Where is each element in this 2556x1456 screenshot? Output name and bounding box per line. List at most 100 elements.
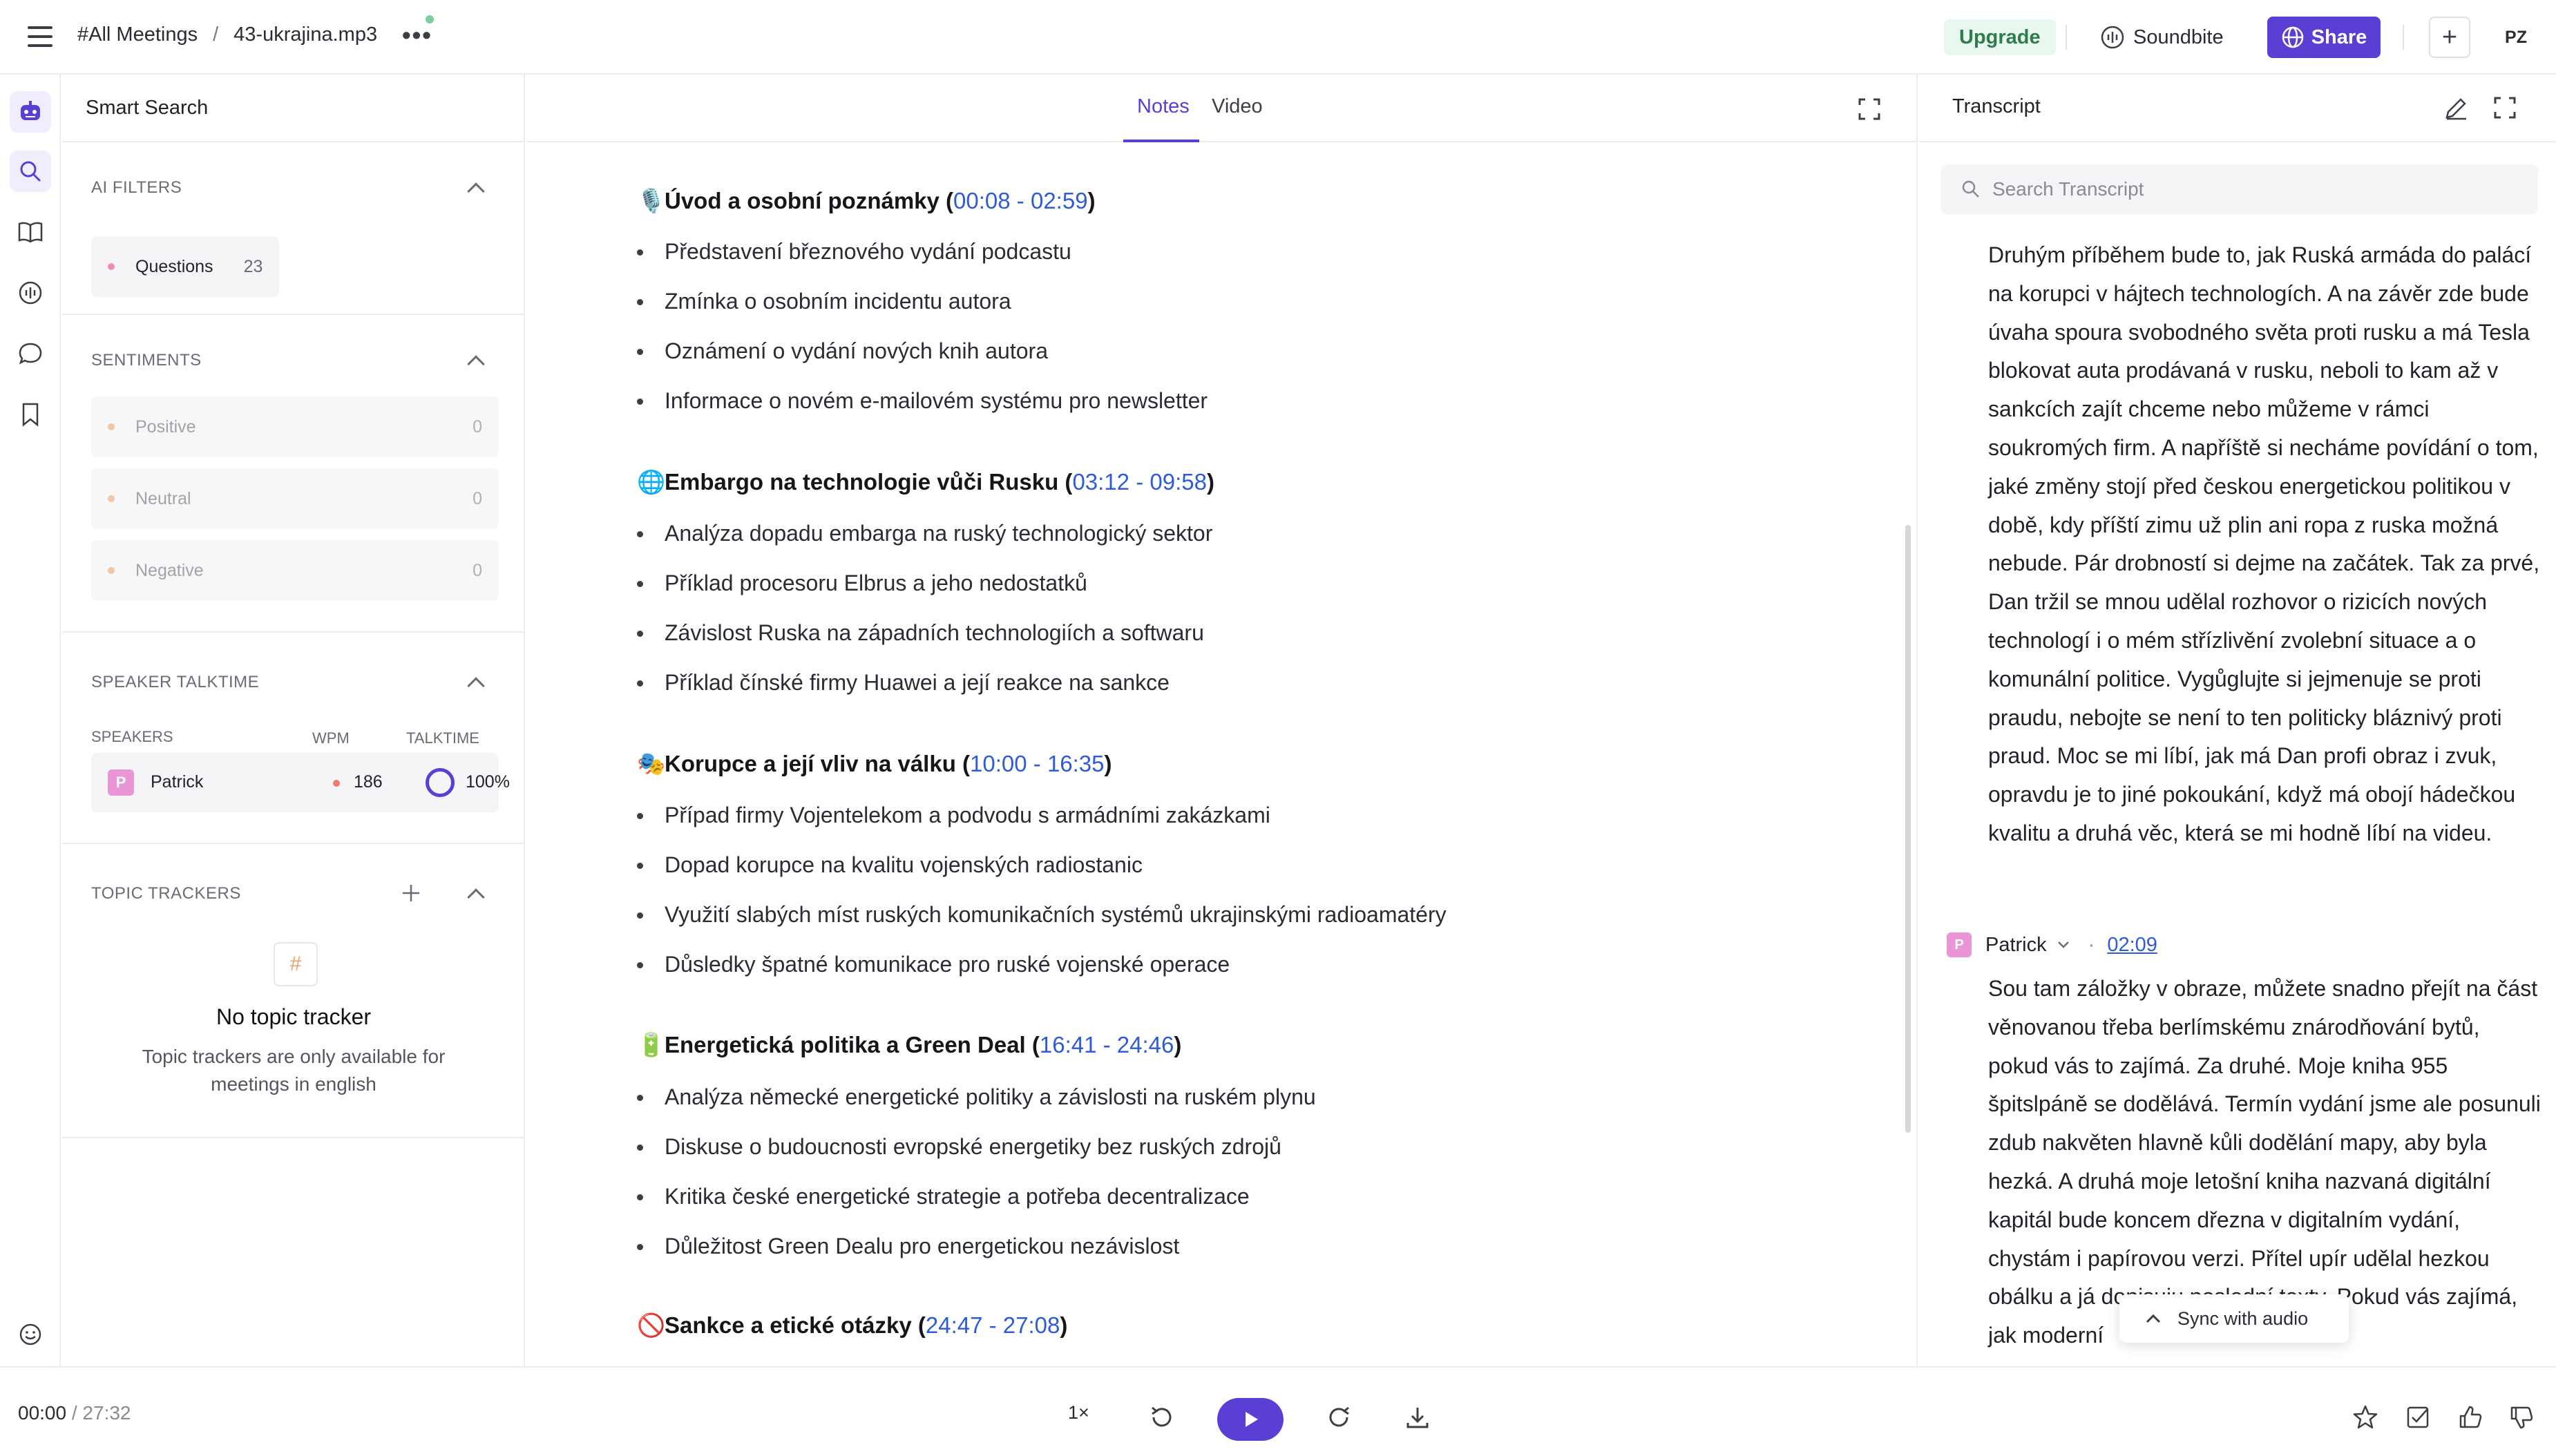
note-bullet: Důležitost Green Dealu pro energetickou …: [636, 1234, 1179, 1259]
rewind-icon[interactable]: [1147, 1404, 1174, 1431]
edit-icon[interactable]: [2443, 95, 2469, 122]
playback-speed-button[interactable]: 1×: [1068, 1402, 1089, 1424]
chevron-up-icon[interactable]: [467, 677, 485, 695]
soundbite-label: Soundbite: [2133, 26, 2224, 48]
chevron-down-icon[interactable]: [2057, 940, 2070, 950]
chevron-up-icon[interactable]: [467, 355, 485, 373]
top-bar: #All Meetings / 43-ukrajina.mp3 ••• Upgr…: [0, 0, 2556, 75]
breadcrumb-all-meetings[interactable]: #All Meetings: [77, 23, 198, 46]
speaker-row[interactable]: P Patrick 186 100%: [91, 753, 510, 812]
section-emoji: 🎭: [637, 751, 666, 776]
star-icon[interactable]: [2352, 1404, 2379, 1431]
transcript-paragraph: Druhým příběhem bude to, jak Ruská armád…: [1988, 242, 2540, 845]
speaker-wpm: 186: [354, 772, 383, 792]
note-section-heading: 🌐Embargo na technologie vůči Rusku (03:1…: [637, 469, 1214, 496]
share-button[interactable]: Share: [2267, 17, 2381, 58]
breadcrumb-separator: /: [213, 23, 219, 46]
duration: 27:32: [82, 1402, 131, 1424]
thumbs-up-icon[interactable]: [2457, 1404, 2484, 1431]
smart-search-panel: Smart Search AI FILTERS Questions 23 SEN…: [62, 75, 525, 1366]
book-icon[interactable]: [10, 211, 51, 253]
transcript-title: Transcript: [1952, 95, 2041, 117]
fullscreen-icon[interactable]: [2492, 95, 2517, 120]
add-tracker-icon[interactable]: [401, 883, 421, 903]
section-end-time[interactable]: 02:59: [1031, 188, 1088, 213]
section-end-time[interactable]: 16:35: [1047, 751, 1105, 776]
transcript-speaker[interactable]: P Patrick · 02:09: [1947, 932, 2157, 957]
sentiment-label: Positive: [135, 416, 196, 437]
section-title: Energetická politika a Green Deal (: [665, 1032, 1040, 1057]
sentiment-label: Negative: [135, 560, 204, 580]
upgrade-button[interactable]: Upgrade: [1944, 19, 2056, 55]
notes-scrollbar[interactable]: [1905, 525, 1911, 1133]
note-bullet-text: Analýza německé energetické politiky a z…: [665, 1084, 1316, 1109]
speaker-avatar: P: [1947, 932, 1972, 957]
download-icon[interactable]: [1404, 1404, 1431, 1431]
speaker-name: Patrick: [151, 772, 204, 792]
questions-filter-chip[interactable]: Questions 23: [91, 236, 280, 297]
section-start-time[interactable]: 24:47: [926, 1312, 983, 1338]
timestamp-link[interactable]: 02:09: [2107, 934, 2157, 957]
play-icon: [1246, 1412, 1258, 1427]
section-start-time[interactable]: 00:08: [953, 188, 1011, 213]
sync-label: Sync with audio: [2177, 1307, 2309, 1329]
section-start-time[interactable]: 16:41: [1040, 1032, 1097, 1057]
menu-icon[interactable]: [28, 26, 53, 47]
note-bullet-text: Využití slabých míst ruských komunikační…: [665, 902, 1447, 927]
avatar[interactable]: PZ: [2495, 17, 2537, 58]
add-button[interactable]: +: [2429, 17, 2470, 58]
section-start-time[interactable]: 10:00: [970, 751, 1027, 776]
panel-title: Smart Search: [62, 75, 524, 142]
sentiment-positive[interactable]: Positive 0: [91, 396, 499, 457]
note-section-heading: 🎙️Úvod a osobní poznámky (00:08 - 02:59): [637, 188, 1096, 215]
fullscreen-icon[interactable]: [1857, 97, 1882, 122]
col-talktime: TALKTIME: [406, 729, 479, 747]
current-time: 00:00: [18, 1402, 67, 1424]
audio-player: 00:00 / 27:32 1×: [0, 1366, 2556, 1456]
section-title: Sankce a etické otázky (: [665, 1312, 926, 1338]
bot-icon[interactable]: [10, 91, 51, 133]
checklist-icon[interactable]: [2404, 1404, 2432, 1431]
sync-with-audio-button[interactable]: Sync with audio: [2119, 1294, 2349, 1343]
chat-icon[interactable]: [10, 333, 51, 374]
note-bullet: Představení březnového vydání podcastu: [637, 239, 1071, 265]
sentiment-neutral[interactable]: Neutral 0: [91, 468, 499, 529]
chevron-up-icon[interactable]: [467, 888, 485, 906]
tab-notes[interactable]: Notes: [1137, 95, 1190, 118]
sentiment-negative[interactable]: Negative 0: [91, 540, 499, 601]
section-end-time[interactable]: 27:08: [1003, 1312, 1060, 1338]
note-bullet: Analýza německé energetické politiky a z…: [637, 1084, 1316, 1110]
search-transcript-input[interactable]: Search Transcript: [1941, 164, 2538, 214]
search-placeholder: Search Transcript: [1992, 178, 2144, 200]
soundbite-button[interactable]: Soundbite: [2100, 19, 2224, 55]
smile-icon[interactable]: [10, 1314, 51, 1355]
bookmark-icon[interactable]: [10, 394, 51, 435]
breadcrumb-file[interactable]: 43-ukrajina.mp3: [233, 23, 377, 46]
section-end-time[interactable]: 09:58: [1150, 469, 1207, 495]
section-title-close: ): [1104, 751, 1112, 776]
no-tracker-subtitle: Topic trackers are only available for me…: [142, 1046, 446, 1095]
section-title: Úvod a osobní poznámky (: [665, 188, 954, 213]
audio-icon[interactable]: [10, 272, 51, 314]
col-speakers: SPEAKERS: [91, 728, 173, 745]
note-bullet: Kritika české energetické strategie a po…: [637, 1184, 1250, 1209]
chevron-up-icon[interactable]: [467, 182, 485, 200]
note-bullet-text: Oznámení o vydání nových knih autora: [665, 338, 1048, 363]
thumbs-down-icon[interactable]: [2508, 1404, 2535, 1431]
play-button[interactable]: [1217, 1398, 1284, 1441]
filter-dot: [108, 263, 115, 270]
note-bullet: Analýza dopadu embarga na ruský technolo…: [636, 521, 1213, 546]
no-tracker-title: No topic tracker: [216, 1004, 372, 1029]
forward-icon[interactable]: [1326, 1404, 1354, 1431]
time-separator: /: [66, 1402, 83, 1424]
section-end-time[interactable]: 24:46: [1117, 1032, 1174, 1057]
search-icon[interactable]: [10, 151, 51, 192]
tab-video[interactable]: Video: [1212, 95, 1263, 118]
ai-filters-section: AI FILTERS Questions 23: [62, 142, 524, 315]
talktime-title: SPEAKER TALKTIME: [91, 673, 260, 691]
note-bullet-text: Analýza dopadu embarga na ruský technolo…: [665, 521, 1213, 546]
sentiment-dot: [108, 423, 115, 430]
more-options-icon[interactable]: •••: [402, 21, 432, 50]
note-bullet-text: Kritika české energetické strategie a po…: [665, 1184, 1250, 1209]
section-start-time[interactable]: 03:12: [1072, 469, 1129, 495]
